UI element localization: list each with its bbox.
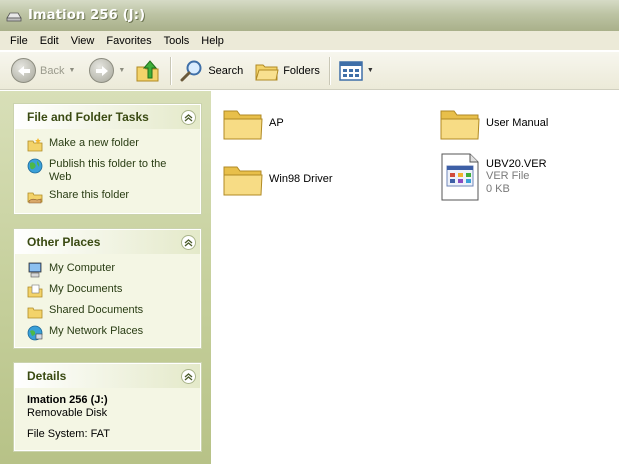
- menu-view[interactable]: View: [65, 32, 101, 50]
- views-icon: [339, 60, 363, 81]
- menu-file[interactable]: File: [4, 32, 34, 50]
- panel-title: Other Places: [27, 235, 101, 249]
- task-publish-folder-web[interactable]: Publish this folder to the Web: [27, 158, 190, 184]
- menu-tools[interactable]: Tools: [158, 32, 196, 50]
- folder-icon: [223, 166, 263, 196]
- folder-item[interactable]: Win98 Driver: [221, 157, 333, 201]
- window-title: Imation 256 (J:): [28, 8, 146, 23]
- details-drive-type: Removable Disk: [27, 407, 108, 419]
- file-size: 0 KB: [486, 183, 510, 195]
- shared-documents-icon: [27, 307, 43, 319]
- back-arrow-icon: [11, 58, 36, 83]
- panel-title: Details: [27, 369, 67, 383]
- file-name: Win98 Driver: [269, 173, 333, 185]
- drive-icon: [6, 12, 22, 21]
- search-icon: [180, 60, 202, 81]
- menu-bar: File Edit View Favorites Tools Help: [0, 31, 619, 51]
- folders-button[interactable]: Folders: [252, 56, 323, 86]
- new-folder-icon: [27, 138, 43, 152]
- share-folder-icon: [27, 192, 43, 204]
- network-places-icon: [27, 325, 43, 341]
- details-panel: Details Imation 256 (J:) Removable Disk …: [14, 363, 201, 451]
- file-view[interactable]: AP User Manual Win98 Driver UBV20.VER VE…: [211, 91, 619, 464]
- globe-publish-icon: [27, 158, 43, 174]
- panel-header[interactable]: Other Places: [15, 230, 200, 254]
- place-my-computer[interactable]: My Computer: [27, 262, 190, 278]
- file-name: UBV20.VER: [486, 158, 547, 170]
- toolbar-separator: [170, 56, 172, 85]
- file-name: User Manual: [486, 117, 549, 129]
- up-folder-button[interactable]: [132, 56, 164, 86]
- details-drive-name: Imation 256 (J:): [27, 394, 108, 406]
- place-shared-documents[interactable]: Shared Documents: [27, 304, 190, 320]
- folder-item[interactable]: User Manual: [438, 101, 548, 145]
- collapse-chevron-icon[interactable]: [181, 234, 196, 250]
- menu-help[interactable]: Help: [195, 32, 230, 50]
- file-folder-tasks-panel: File and Folder Tasks Make a new folder: [14, 104, 201, 214]
- title-bar[interactable]: Imation 256 (J:): [0, 0, 619, 31]
- file-item[interactable]: UBV20.VER VER File 0 KB: [438, 152, 547, 202]
- task-pane: File and Folder Tasks Make a new folder: [0, 91, 211, 464]
- collapse-chevron-icon[interactable]: [181, 368, 196, 384]
- task-make-new-folder[interactable]: Make a new folder: [27, 137, 190, 153]
- file-type: VER File: [486, 170, 530, 182]
- menu-edit[interactable]: Edit: [34, 32, 65, 50]
- views-button[interactable]: ▼: [336, 56, 377, 86]
- toolbar-separator: [328, 56, 330, 85]
- search-button[interactable]: Search: [177, 56, 246, 86]
- views-dropdown-icon[interactable]: ▼: [367, 67, 374, 74]
- forward-arrow-icon: [89, 58, 115, 83]
- my-documents-icon: [27, 284, 43, 298]
- panel-header[interactable]: Details: [15, 364, 200, 388]
- folder-item[interactable]: AP: [221, 101, 284, 145]
- panel-title: File and Folder Tasks: [27, 110, 149, 124]
- file-name: AP: [269, 117, 284, 129]
- folder-icon: [440, 110, 480, 140]
- task-share-folder[interactable]: Share this folder: [27, 189, 190, 205]
- my-computer-icon: [28, 262, 42, 278]
- search-label: Search: [208, 64, 244, 77]
- back-button-label: Back: [40, 64, 65, 77]
- folder-icon: [223, 110, 263, 140]
- forward-dropdown-icon[interactable]: ▼: [118, 67, 125, 74]
- back-dropdown-icon[interactable]: ▼: [68, 67, 75, 74]
- toolbar: Back ▼ ▼ Search Folders ▼: [0, 52, 619, 90]
- forward-button[interactable]: ▼: [86, 56, 128, 86]
- panel-header[interactable]: File and Folder Tasks: [15, 105, 200, 129]
- collapse-chevron-icon[interactable]: [181, 109, 196, 125]
- back-button[interactable]: Back ▼: [8, 56, 78, 86]
- place-my-network-places[interactable]: My Network Places: [27, 325, 190, 341]
- up-folder-icon: [136, 59, 159, 81]
- folders-label: Folders: [283, 64, 320, 77]
- other-places-panel: Other Places My Computer My Documents Sh…: [14, 229, 201, 348]
- generic-file-icon: [441, 153, 479, 201]
- details-file-system: File System: FAT: [27, 428, 110, 440]
- place-my-documents[interactable]: My Documents: [27, 283, 190, 299]
- folders-icon: [255, 64, 279, 80]
- menu-favorites[interactable]: Favorites: [100, 32, 157, 50]
